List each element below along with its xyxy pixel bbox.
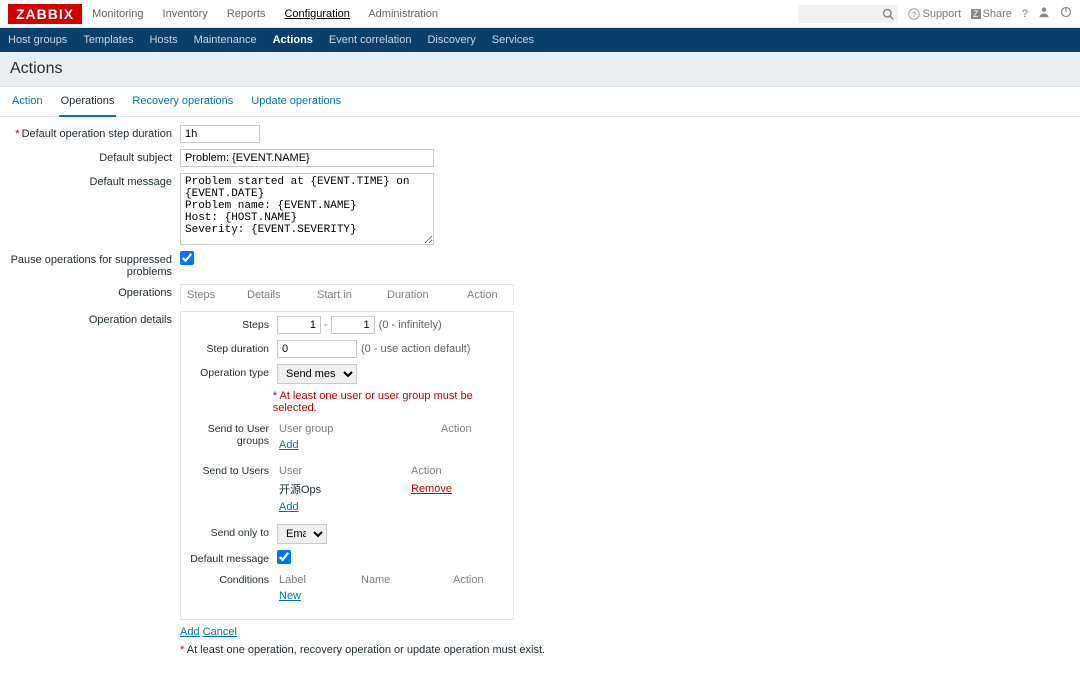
- share-link[interactable]: Z Share: [971, 8, 1012, 20]
- cond-name-col: Name: [361, 573, 451, 587]
- tab-recovery[interactable]: Recovery operations: [130, 87, 235, 116]
- ug-action-col: Action: [441, 422, 472, 436]
- support-link[interactable]: ? Support: [908, 8, 961, 20]
- send-users-label: Send to Users: [187, 462, 277, 477]
- step-duration-input[interactable]: [277, 340, 357, 358]
- search-wrap: [798, 5, 898, 23]
- tab-action[interactable]: Action: [10, 87, 45, 116]
- user-action-col: Action: [411, 464, 452, 478]
- operation-type-label: Operation type: [187, 364, 277, 379]
- step-from-input[interactable]: [277, 316, 321, 334]
- operation-details-panel: Steps - (0 - infinitely) Step duration (…: [180, 311, 514, 620]
- ug-col: User group: [279, 422, 439, 436]
- footnote: At least one operation, recovery operati…: [187, 644, 545, 656]
- user-name: 开源Ops: [279, 480, 409, 498]
- subnav-templates[interactable]: Templates: [83, 34, 133, 46]
- subnav-actions[interactable]: Actions: [273, 34, 313, 46]
- detail-default-msg-label: Default message: [187, 550, 277, 565]
- default-subject-label: Default subject: [10, 149, 180, 164]
- subnav-discovery[interactable]: Discovery: [427, 34, 475, 46]
- step-duration-label: Step duration: [187, 340, 277, 355]
- search-icon[interactable]: [882, 8, 894, 20]
- send-only-select[interactable]: Email: [277, 524, 327, 544]
- page-title: Actions: [0, 52, 1080, 87]
- users-table: UserAction 开源OpsRemove Add: [277, 462, 454, 516]
- default-step-input[interactable]: [180, 125, 260, 143]
- conditions-label: Conditions: [187, 571, 277, 586]
- help-icon[interactable]: ?: [1022, 8, 1028, 20]
- form-tabs: Action Operations Recovery operations Up…: [0, 87, 1080, 117]
- operations-form: *Default operation step duration Default…: [0, 117, 1080, 682]
- new-condition-link[interactable]: New: [279, 590, 301, 602]
- opcol-details: Details: [247, 289, 317, 301]
- validation-msg: At least one user or user group must be …: [273, 390, 473, 414]
- topnav-monitoring[interactable]: Monitoring: [92, 8, 143, 20]
- logo: ZABBIX: [8, 4, 82, 24]
- power-icon[interactable]: [1060, 6, 1072, 21]
- step-duration-hint: (0 - use action default): [361, 343, 470, 355]
- opcol-start: Start in: [317, 289, 387, 301]
- default-message-input[interactable]: [180, 173, 434, 245]
- default-step-label: *Default operation step duration: [10, 125, 180, 140]
- support-icon: ?: [908, 8, 920, 20]
- conditions-table: Label Name Action New: [277, 571, 486, 605]
- tab-update[interactable]: Update operations: [249, 87, 343, 116]
- subnav-hosts[interactable]: Hosts: [149, 34, 177, 46]
- subnav-maintenance[interactable]: Maintenance: [194, 34, 257, 46]
- send-only-label: Send only to: [187, 524, 277, 539]
- add-user-group-link[interactable]: Add: [279, 439, 299, 451]
- send-ug-label: Send to User groups: [187, 420, 277, 447]
- add-user-link[interactable]: Add: [279, 501, 299, 513]
- operations-label: Operations: [10, 284, 180, 299]
- opcol-duration: Duration: [387, 289, 467, 301]
- subnav-services[interactable]: Services: [492, 34, 534, 46]
- zabbix-z-icon: Z: [971, 9, 981, 19]
- remove-user-link[interactable]: Remove: [411, 483, 452, 495]
- add-operation-link[interactable]: Add: [180, 626, 200, 638]
- operation-details-label: Operation details: [10, 311, 180, 326]
- default-message-label: Default message: [10, 173, 180, 188]
- cond-label-col: Label: [279, 573, 359, 587]
- operation-type-select[interactable]: Send message: [277, 364, 357, 384]
- topnav-reports[interactable]: Reports: [227, 8, 266, 20]
- cond-action-col: Action: [453, 573, 484, 587]
- topnav-inventory[interactable]: Inventory: [163, 8, 208, 20]
- pause-checkbox[interactable]: [180, 251, 194, 265]
- topnav-configuration[interactable]: Configuration: [284, 8, 349, 20]
- step-to-input[interactable]: [331, 316, 375, 334]
- steps-hint: (0 - infinitely): [379, 319, 442, 331]
- user-groups-table: User groupAction Add: [277, 420, 474, 454]
- steps-label: Steps: [187, 316, 277, 331]
- top-menu: Monitoring Inventory Reports Configurati…: [92, 8, 454, 20]
- top-nav: ZABBIX Monitoring Inventory Reports Conf…: [0, 0, 1080, 28]
- cancel-operation-link[interactable]: Cancel: [203, 626, 237, 638]
- subnav-eventcorr[interactable]: Event correlation: [329, 34, 412, 46]
- opcol-steps: Steps: [187, 289, 247, 301]
- default-msg-checkbox[interactable]: [277, 550, 291, 564]
- default-subject-input[interactable]: [180, 149, 434, 167]
- subnav-hostgroups[interactable]: Host groups: [8, 34, 67, 46]
- pause-label: Pause operations for suppressed problems: [10, 251, 180, 278]
- tab-operations[interactable]: Operations: [59, 87, 117, 117]
- operations-table-header: Steps Details Start in Duration Action: [180, 284, 514, 305]
- user-icon[interactable]: [1038, 6, 1050, 21]
- svg-text:?: ?: [912, 10, 916, 19]
- user-row: 开源OpsRemove: [279, 480, 452, 498]
- topnav-administration[interactable]: Administration: [368, 8, 438, 20]
- sub-nav: Host groups Templates Hosts Maintenance …: [0, 28, 1080, 52]
- user-col: User: [279, 464, 409, 478]
- opcol-action: Action: [467, 289, 498, 301]
